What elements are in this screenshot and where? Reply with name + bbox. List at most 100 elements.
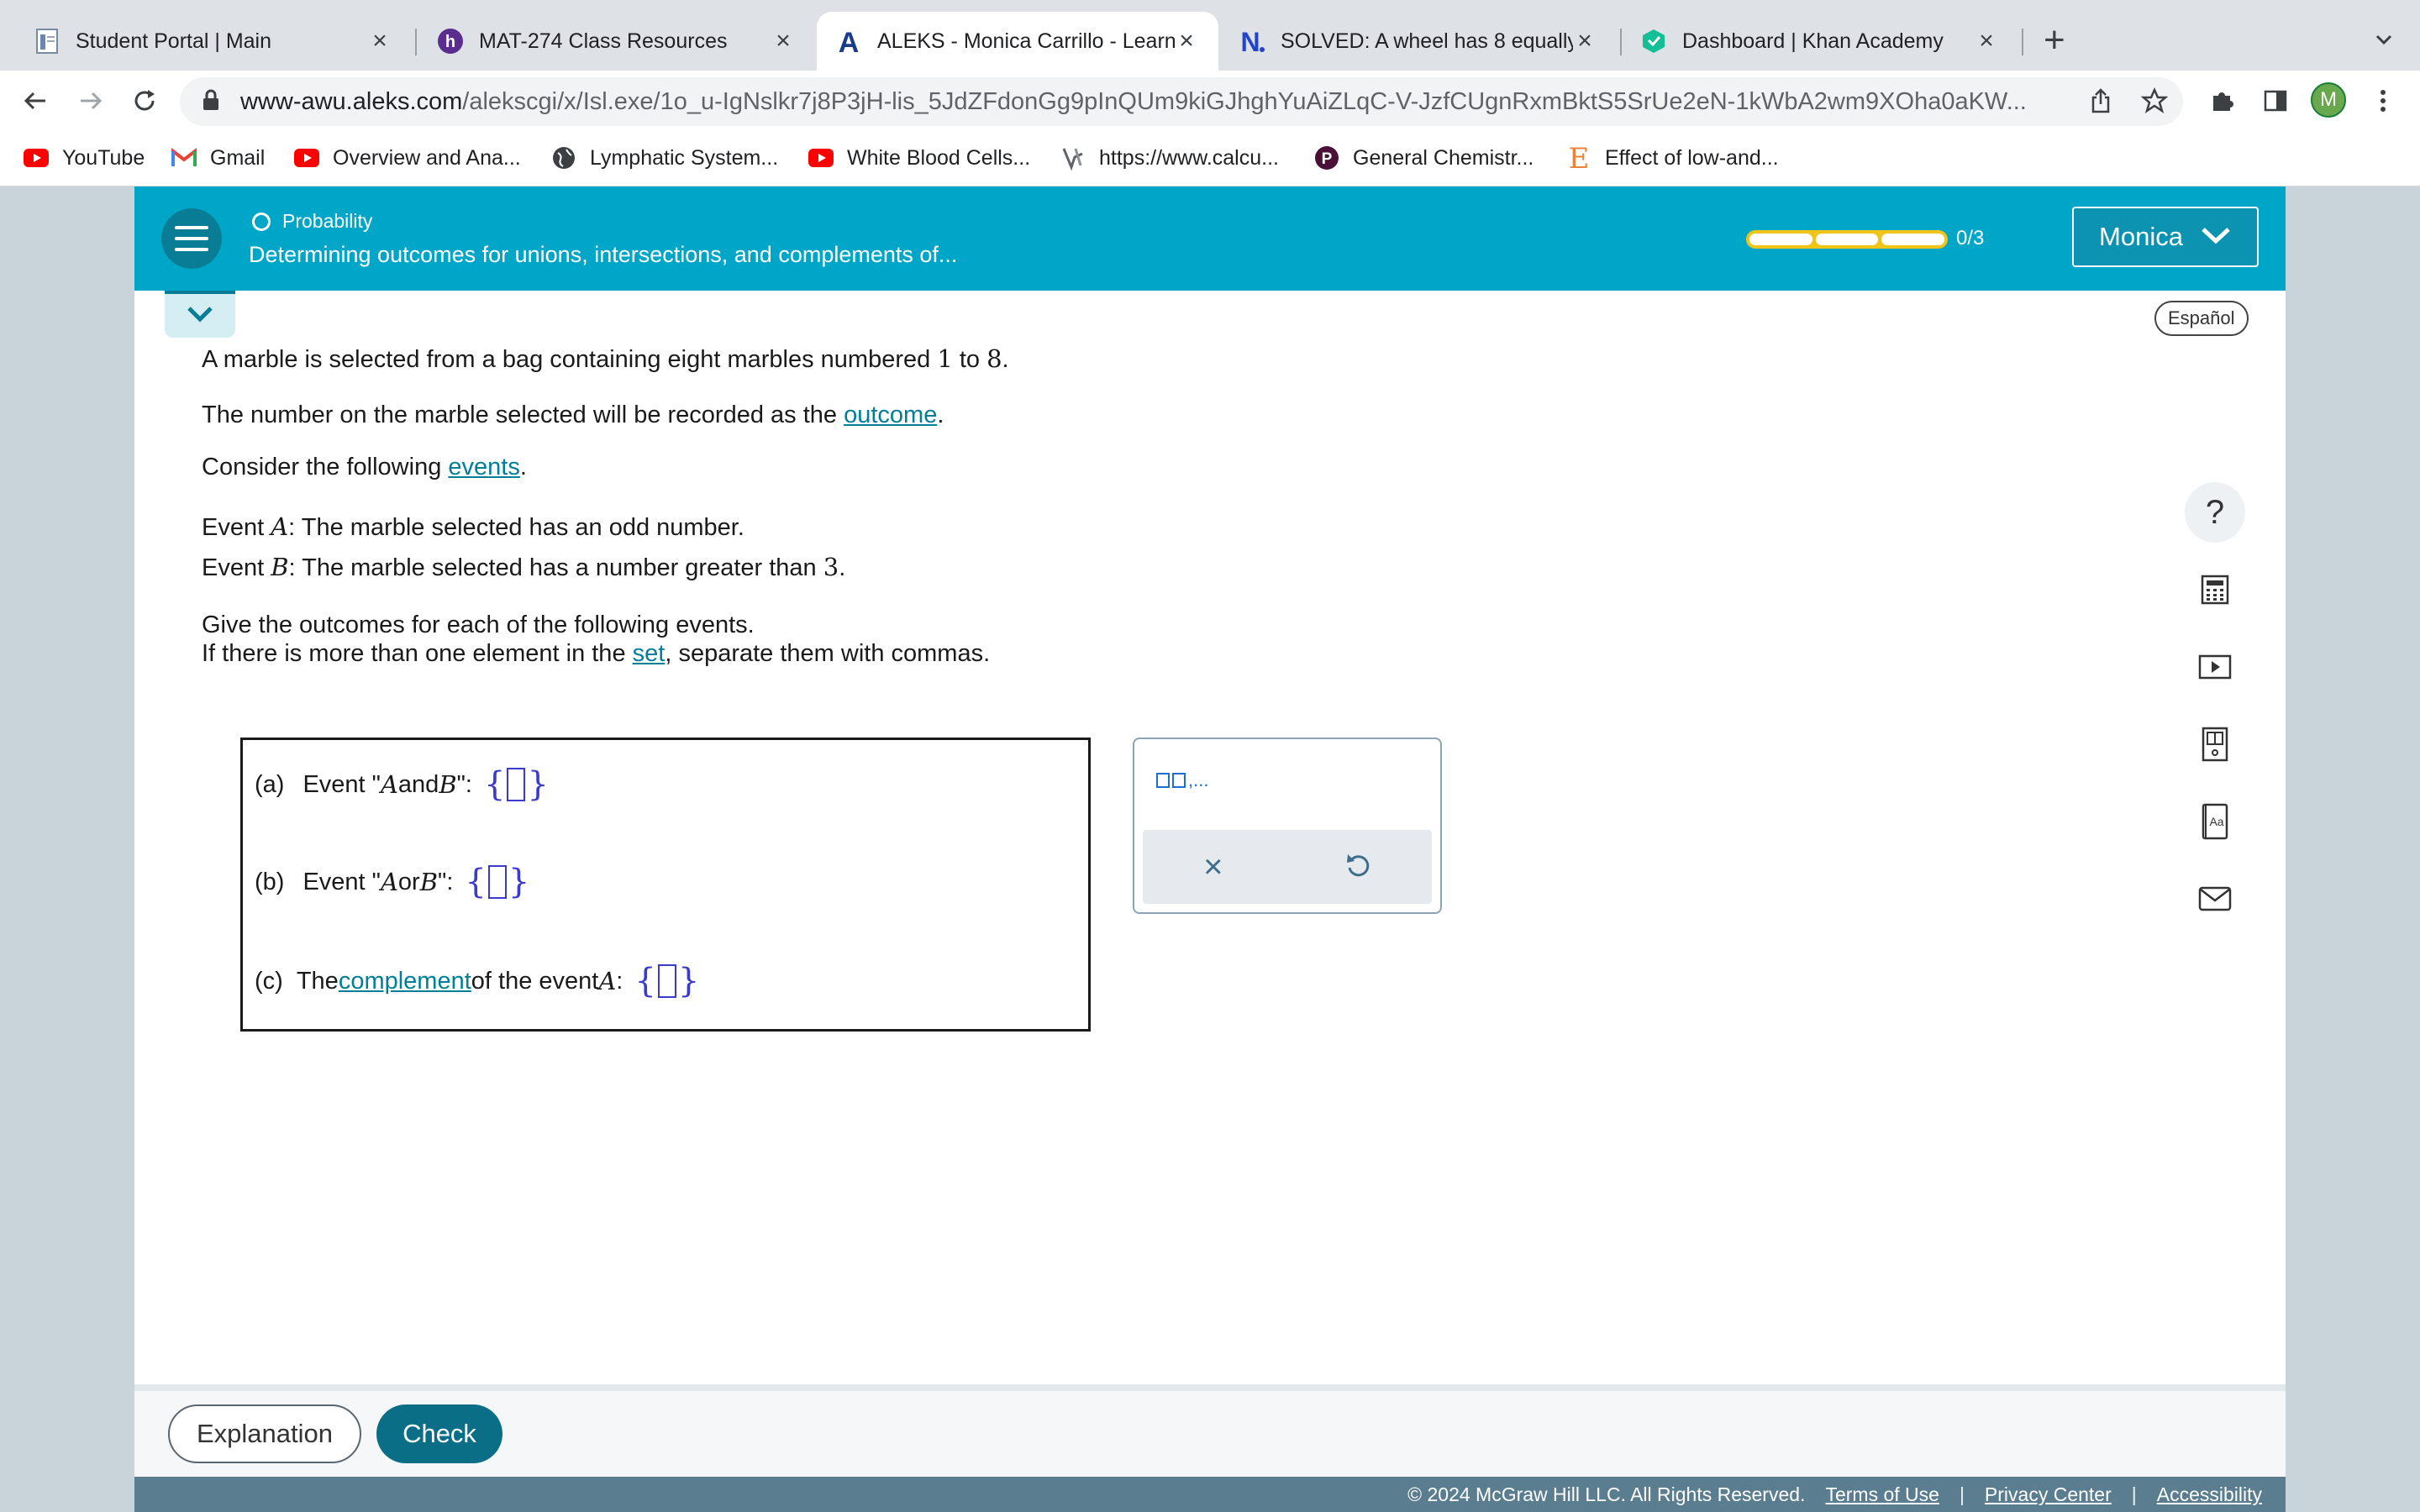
palette-actions: × bbox=[1143, 830, 1432, 904]
topic-title: Probability bbox=[252, 210, 372, 233]
mail-icon[interactable] bbox=[2185, 869, 2245, 929]
language-toggle-button[interactable]: Español bbox=[2154, 301, 2249, 336]
answer-row-c: (c) The complement of the event A: {} bbox=[255, 962, 700, 1000]
tab-title: ALEKS - Monica Carrillo - Learn bbox=[877, 29, 1175, 53]
tab-separator bbox=[2022, 29, 2023, 55]
bookmark-lymphatic[interactable]: Lymphatic System... bbox=[551, 141, 778, 175]
forward-arrow-icon[interactable] bbox=[72, 82, 109, 119]
answer-box: (a) Event " A and B ": {} (b) Event " A or… bbox=[240, 738, 1091, 1032]
bookmark-label: General Chemistr... bbox=[1353, 145, 1534, 170]
textbook-icon[interactable] bbox=[2185, 714, 2245, 774]
bookmark-general-chemistry[interactable]: P General Chemistr... bbox=[1314, 141, 1534, 175]
tab-title: Dashboard | Khan Academy bbox=[1682, 29, 1944, 53]
bookmark-label: https://www.calcu... bbox=[1099, 145, 1279, 170]
collapse-header-button[interactable] bbox=[165, 291, 235, 338]
set-link[interactable]: set bbox=[633, 640, 666, 667]
bookmark-youtube[interactable]: YouTube bbox=[24, 141, 145, 175]
youtube-icon bbox=[294, 145, 319, 171]
set-input-a-or-b[interactable]: {} bbox=[465, 863, 529, 901]
svg-text:E: E bbox=[1569, 144, 1590, 171]
footer-separator: | bbox=[1959, 1483, 1965, 1505]
instruction-line-2: If there is more than one element in the… bbox=[202, 640, 991, 667]
bookmark-effect-of-low[interactable]: E Effect of low-and... bbox=[1566, 141, 1779, 175]
explanation-button[interactable]: Explanation bbox=[168, 1404, 361, 1463]
browser-tab-strip: Student Portal | Main × h MAT-274 Class … bbox=[0, 0, 2420, 71]
list-template-label: ,... bbox=[1188, 769, 1209, 790]
bookmark-star-icon[interactable] bbox=[2136, 82, 2173, 119]
chevron-down-icon[interactable] bbox=[2371, 27, 2396, 52]
lock-icon[interactable] bbox=[202, 88, 220, 116]
reload-icon[interactable] bbox=[126, 82, 163, 119]
event-a-definition: Event A: The marble selected has an odd … bbox=[202, 512, 744, 541]
profile-avatar[interactable]: M bbox=[2311, 82, 2346, 118]
bookmark-label: Lymphatic System... bbox=[590, 145, 779, 170]
hamburger-menu-icon[interactable] bbox=[161, 208, 222, 269]
address-bar[interactable]: www-awu.aleks.com/alekscgi/x/Isl.exe/1o_… bbox=[180, 77, 2183, 126]
more-vert-icon[interactable] bbox=[2365, 82, 2402, 119]
tab-close-icon[interactable]: × bbox=[771, 27, 795, 55]
bookmark-gmail[interactable]: Gmail bbox=[171, 141, 265, 175]
bookmark-label: Overview and Ana... bbox=[333, 145, 521, 170]
share-icon[interactable] bbox=[2082, 82, 2119, 119]
topic-label: Probability bbox=[282, 210, 373, 232]
set-input-complement-a[interactable]: {} bbox=[634, 962, 699, 1000]
tab-close-icon[interactable]: × bbox=[1975, 27, 1998, 55]
side-panel-icon[interactable] bbox=[2257, 82, 2294, 119]
tab-aleks[interactable]: A ALEKS - Monica Carrillo - Learn × bbox=[817, 12, 1218, 71]
check-button[interactable]: Check bbox=[376, 1404, 502, 1463]
tab-title: SOLVED: A wheel has 8 equally bbox=[1281, 29, 1573, 53]
gmail-icon bbox=[171, 145, 197, 171]
input-palette: ,... × bbox=[1133, 738, 1442, 914]
back-arrow-icon[interactable] bbox=[17, 82, 54, 119]
terms-of-use-link[interactable]: Terms of Use bbox=[1825, 1483, 1939, 1506]
tab-separator bbox=[1620, 29, 1622, 55]
bottom-divider bbox=[134, 1384, 2286, 1391]
clear-icon[interactable]: × bbox=[1203, 848, 1223, 886]
tab-close-icon[interactable]: × bbox=[368, 27, 392, 55]
chevron-down-icon bbox=[2200, 222, 2232, 252]
bookmark-label: Gmail bbox=[210, 145, 266, 170]
tab-close-icon[interactable]: × bbox=[1175, 27, 1198, 55]
topic-circle-icon bbox=[252, 212, 271, 231]
user-name: Monica bbox=[2099, 222, 2183, 251]
outcome-link[interactable]: outcome bbox=[844, 402, 937, 428]
bookmark-overview[interactable]: Overview and Ana... bbox=[294, 141, 521, 175]
user-menu-button[interactable]: Monica bbox=[2072, 207, 2259, 267]
extensions-puzzle-icon[interactable] bbox=[2203, 82, 2240, 119]
tab-student-portal[interactable]: Student Portal | Main × bbox=[0, 12, 412, 71]
svg-text:h: h bbox=[445, 33, 455, 51]
dictionary-icon[interactable]: Aa bbox=[2185, 791, 2245, 852]
set-input-a-and-b[interactable]: {} bbox=[484, 765, 549, 804]
aleks-app: Probability Determining outcomes for uni… bbox=[134, 186, 2286, 1512]
list-template-button[interactable]: ,... bbox=[1156, 769, 1208, 791]
complement-link[interactable]: complement bbox=[339, 968, 471, 995]
calculator-site-icon bbox=[1060, 145, 1086, 171]
undo-icon[interactable] bbox=[1344, 851, 1371, 884]
aleks-a-icon: A bbox=[835, 28, 862, 55]
progress-segment bbox=[1881, 234, 1945, 245]
instruction-line-1: Give the outcomes for each of the follow… bbox=[202, 612, 755, 638]
p-logo-icon: P bbox=[1314, 145, 1339, 171]
new-tab-button[interactable]: + bbox=[2044, 22, 2065, 59]
h-logo-icon: h bbox=[437, 28, 464, 55]
events-link[interactable]: events bbox=[448, 454, 519, 480]
tab-khan-academy[interactable]: Dashboard | Khan Academy × bbox=[1623, 12, 2018, 71]
aleks-header: Probability Determining outcomes for uni… bbox=[134, 186, 2286, 291]
tab-class-resources[interactable]: h MAT-274 Class Resources × bbox=[420, 12, 815, 71]
chevron-down-icon bbox=[186, 305, 214, 328]
video-icon[interactable] bbox=[2185, 637, 2245, 697]
bookmark-calculator-site[interactable]: https://www.calcu... bbox=[1060, 141, 1279, 175]
question-icon[interactable]: ? bbox=[2185, 482, 2245, 543]
globe-icon bbox=[551, 145, 576, 171]
calculator-icon[interactable] bbox=[2185, 559, 2245, 620]
accessibility-link[interactable]: Accessibility bbox=[2157, 1483, 2262, 1506]
tab-title: MAT-274 Class Resources bbox=[479, 29, 728, 53]
tab-separator bbox=[415, 29, 417, 55]
bookmark-white-blood-cells[interactable]: White Blood Cells... bbox=[808, 141, 1030, 175]
bookmarks-bar: YouTube Gmail Overview and Ana... Lympha… bbox=[0, 131, 2420, 186]
document-icon bbox=[34, 28, 60, 55]
tab-numerade[interactable]: N SOLVED: A wheel has 8 equally × bbox=[1220, 12, 1617, 71]
tab-close-icon[interactable]: × bbox=[1573, 27, 1597, 55]
problem-line-1: A marble is selected from a bag containi… bbox=[202, 344, 1009, 373]
privacy-center-link[interactable]: Privacy Center bbox=[1985, 1483, 2112, 1506]
